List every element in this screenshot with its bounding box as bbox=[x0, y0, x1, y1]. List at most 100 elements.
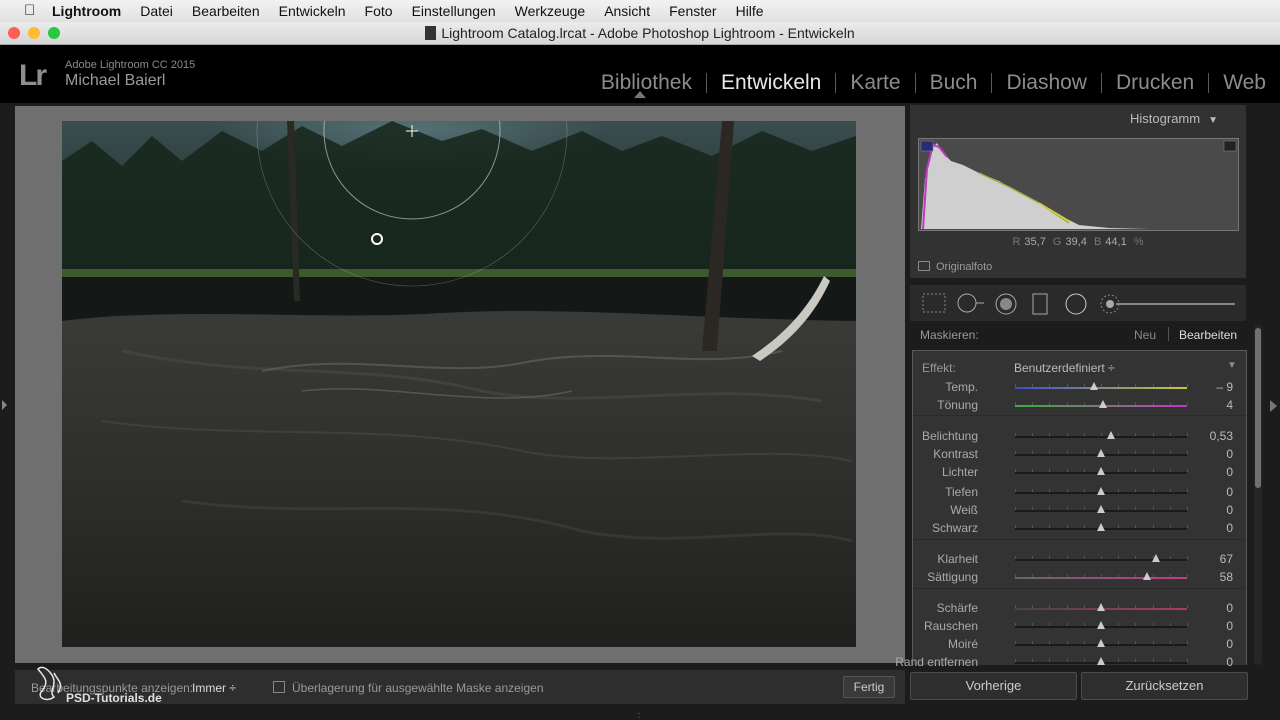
overlay-checkbox[interactable] bbox=[273, 681, 285, 693]
slider-thumb[interactable] bbox=[1097, 603, 1105, 611]
slider-row-tönung[interactable]: Tönung 4 bbox=[913, 396, 1246, 414]
radial-filter-icon[interactable] bbox=[1065, 293, 1087, 315]
highlight-clipping-icon bbox=[1223, 140, 1237, 152]
apple-icon[interactable]:  bbox=[24, 3, 38, 19]
crop-overlay-icon[interactable] bbox=[922, 293, 946, 313]
menu-bearbeiten[interactable]: Bearbeiten bbox=[192, 3, 260, 19]
slider-label: Klarheit bbox=[937, 552, 978, 566]
slider-value[interactable]: 0 bbox=[1226, 447, 1233, 461]
slider-thumb[interactable] bbox=[1097, 487, 1105, 495]
module-picker: Bibliothek Entwickeln Karte Buch Diashow… bbox=[601, 71, 1266, 95]
menu-entwickeln[interactable]: Entwickeln bbox=[279, 3, 346, 19]
product-name: Adobe Lightroom CC 2015 bbox=[65, 59, 196, 71]
slider-value[interactable]: 0 bbox=[1226, 485, 1233, 499]
slider-value[interactable]: 0 bbox=[1226, 521, 1233, 535]
mask-label: Maskieren: bbox=[920, 328, 979, 342]
panel-scrollbar-thumb[interactable] bbox=[1255, 328, 1261, 488]
slider-track[interactable] bbox=[1015, 559, 1187, 561]
slider-value[interactable]: 0 bbox=[1226, 465, 1233, 479]
original-photo-checkbox[interactable] bbox=[918, 261, 930, 271]
menu-bar:  Lightroom Datei Bearbeiten Entwickeln … bbox=[0, 0, 1280, 22]
menu-fenster[interactable]: Fenster bbox=[669, 3, 716, 19]
menu-hilfe[interactable]: Hilfe bbox=[736, 3, 764, 19]
radial-filter-panel: Effekt: Benutzerdefiniert ÷ ▼ Temp. – 9 Tö… bbox=[895, 350, 1247, 669]
slider-value[interactable]: 0 bbox=[1226, 655, 1233, 669]
slider-value[interactable]: 0 bbox=[1226, 503, 1233, 517]
slider-row-temp[interactable]: Temp. – 9 bbox=[913, 378, 1246, 396]
slider-value[interactable]: 0 bbox=[1226, 619, 1233, 633]
slider-track[interactable] bbox=[1015, 436, 1187, 438]
slider-row-sättigung[interactable]: Sättigung 58 bbox=[913, 568, 1246, 586]
slider-track[interactable] bbox=[1015, 577, 1187, 579]
slider-thumb[interactable] bbox=[1097, 621, 1105, 629]
collapse-triangle-icon[interactable]: ▼ bbox=[1208, 115, 1218, 126]
slider-value[interactable]: 4 bbox=[1226, 398, 1233, 412]
histogram-title[interactable]: Histogramm bbox=[1130, 111, 1200, 126]
menu-einstellungen[interactable]: Einstellungen bbox=[412, 3, 496, 19]
slider-value[interactable]: 58 bbox=[1220, 570, 1233, 584]
module-bibliothek[interactable]: Bibliothek bbox=[601, 71, 692, 95]
module-karte[interactable]: Karte bbox=[850, 71, 900, 95]
slider-track[interactable] bbox=[1015, 387, 1187, 389]
module-web[interactable]: Web bbox=[1223, 71, 1266, 95]
menu-lightroom[interactable]: Lightroom bbox=[52, 3, 121, 19]
mask-new-button[interactable]: Neu bbox=[1134, 328, 1156, 342]
slider-value[interactable]: 0 bbox=[1226, 601, 1233, 615]
previous-button[interactable]: Vorherige bbox=[910, 672, 1077, 700]
photo-canvas[interactable] bbox=[62, 121, 856, 647]
module-buch[interactable]: Buch bbox=[930, 71, 978, 95]
slider-row-moir[interactable]: Moiré 0 bbox=[913, 635, 1246, 653]
slider-thumb[interactable] bbox=[1090, 382, 1099, 390]
adjustment-brush-icon[interactable] bbox=[1100, 293, 1240, 315]
effect-preset-select[interactable]: Benutzerdefiniert ÷ bbox=[1014, 361, 1115, 375]
left-panel-toggle-icon[interactable] bbox=[2, 400, 7, 410]
slider-row-klarheit[interactable]: Klarheit 67 bbox=[913, 550, 1246, 568]
slider-thumb[interactable] bbox=[1097, 449, 1105, 457]
red-eye-icon[interactable] bbox=[995, 293, 1017, 315]
slider-row-rauschen[interactable]: Rauschen 0 bbox=[913, 617, 1246, 635]
slider-row-schärfe[interactable]: Schärfe 0 bbox=[913, 599, 1246, 617]
graduated-filter-icon[interactable] bbox=[1032, 293, 1048, 315]
slider-value[interactable]: 67 bbox=[1220, 552, 1233, 566]
bottom-panel-toggle-icon[interactable]: ⋮ bbox=[634, 712, 644, 720]
module-diashow[interactable]: Diashow bbox=[1006, 71, 1087, 95]
mask-edit-button[interactable]: Bearbeiten bbox=[1179, 328, 1237, 342]
slider-thumb[interactable] bbox=[1097, 505, 1105, 513]
slider-row-tiefen[interactable]: Tiefen 0 bbox=[913, 483, 1246, 501]
effect-collapse-icon[interactable]: ▼ bbox=[1227, 360, 1237, 371]
module-separator bbox=[1100, 73, 1102, 93]
menu-foto[interactable]: Foto bbox=[365, 3, 393, 19]
slider-thumb[interactable] bbox=[1097, 657, 1105, 665]
done-button[interactable]: Fertig bbox=[843, 676, 895, 698]
slider-value[interactable]: 0 bbox=[1226, 637, 1233, 651]
menu-ansicht[interactable]: Ansicht bbox=[604, 3, 650, 19]
slider-thumb[interactable] bbox=[1098, 400, 1107, 408]
slider-thumb[interactable] bbox=[1152, 554, 1161, 562]
slider-row-lichter[interactable]: Lichter 0 bbox=[913, 463, 1246, 481]
slider-thumb[interactable] bbox=[1097, 639, 1105, 647]
slider-row-schwarz[interactable]: Schwarz 0 bbox=[913, 519, 1246, 537]
slider-thumb[interactable] bbox=[1097, 523, 1105, 531]
module-drucken[interactable]: Drucken bbox=[1116, 71, 1194, 95]
slider-label: Weiß bbox=[950, 503, 978, 517]
b-value: 44,1 bbox=[1105, 236, 1127, 248]
menu-werkzeuge[interactable]: Werkzeuge bbox=[515, 3, 586, 19]
slider-row-kontrast[interactable]: Kontrast 0 bbox=[913, 445, 1246, 463]
spot-removal-icon[interactable] bbox=[957, 293, 987, 313]
slider-value[interactable]: – 9 bbox=[1216, 380, 1233, 394]
slider-row-rand-entfernen[interactable]: Rand entfernen 0 bbox=[895, 653, 1246, 671]
histogram-curve bbox=[920, 140, 1237, 230]
right-panel-toggle-icon[interactable] bbox=[1270, 400, 1277, 412]
show-pins-select[interactable]: Immer ÷ bbox=[192, 681, 236, 695]
reset-button[interactable]: Zurücksetzen bbox=[1081, 672, 1248, 700]
slider-thumb[interactable] bbox=[1107, 431, 1116, 439]
menu-datei[interactable]: Datei bbox=[140, 3, 173, 19]
slider-row-belichtung[interactable]: Belichtung 0,53 bbox=[913, 427, 1246, 445]
slider-label: Lichter bbox=[941, 465, 978, 479]
slider-row-weiß[interactable]: Weiß 0 bbox=[913, 501, 1246, 519]
top-panel-toggle-icon[interactable] bbox=[634, 91, 646, 98]
slider-value[interactable]: 0,53 bbox=[1210, 429, 1233, 443]
slider-thumb[interactable] bbox=[1097, 467, 1105, 475]
module-entwickeln[interactable]: Entwickeln bbox=[721, 71, 821, 95]
slider-thumb[interactable] bbox=[1143, 572, 1152, 580]
